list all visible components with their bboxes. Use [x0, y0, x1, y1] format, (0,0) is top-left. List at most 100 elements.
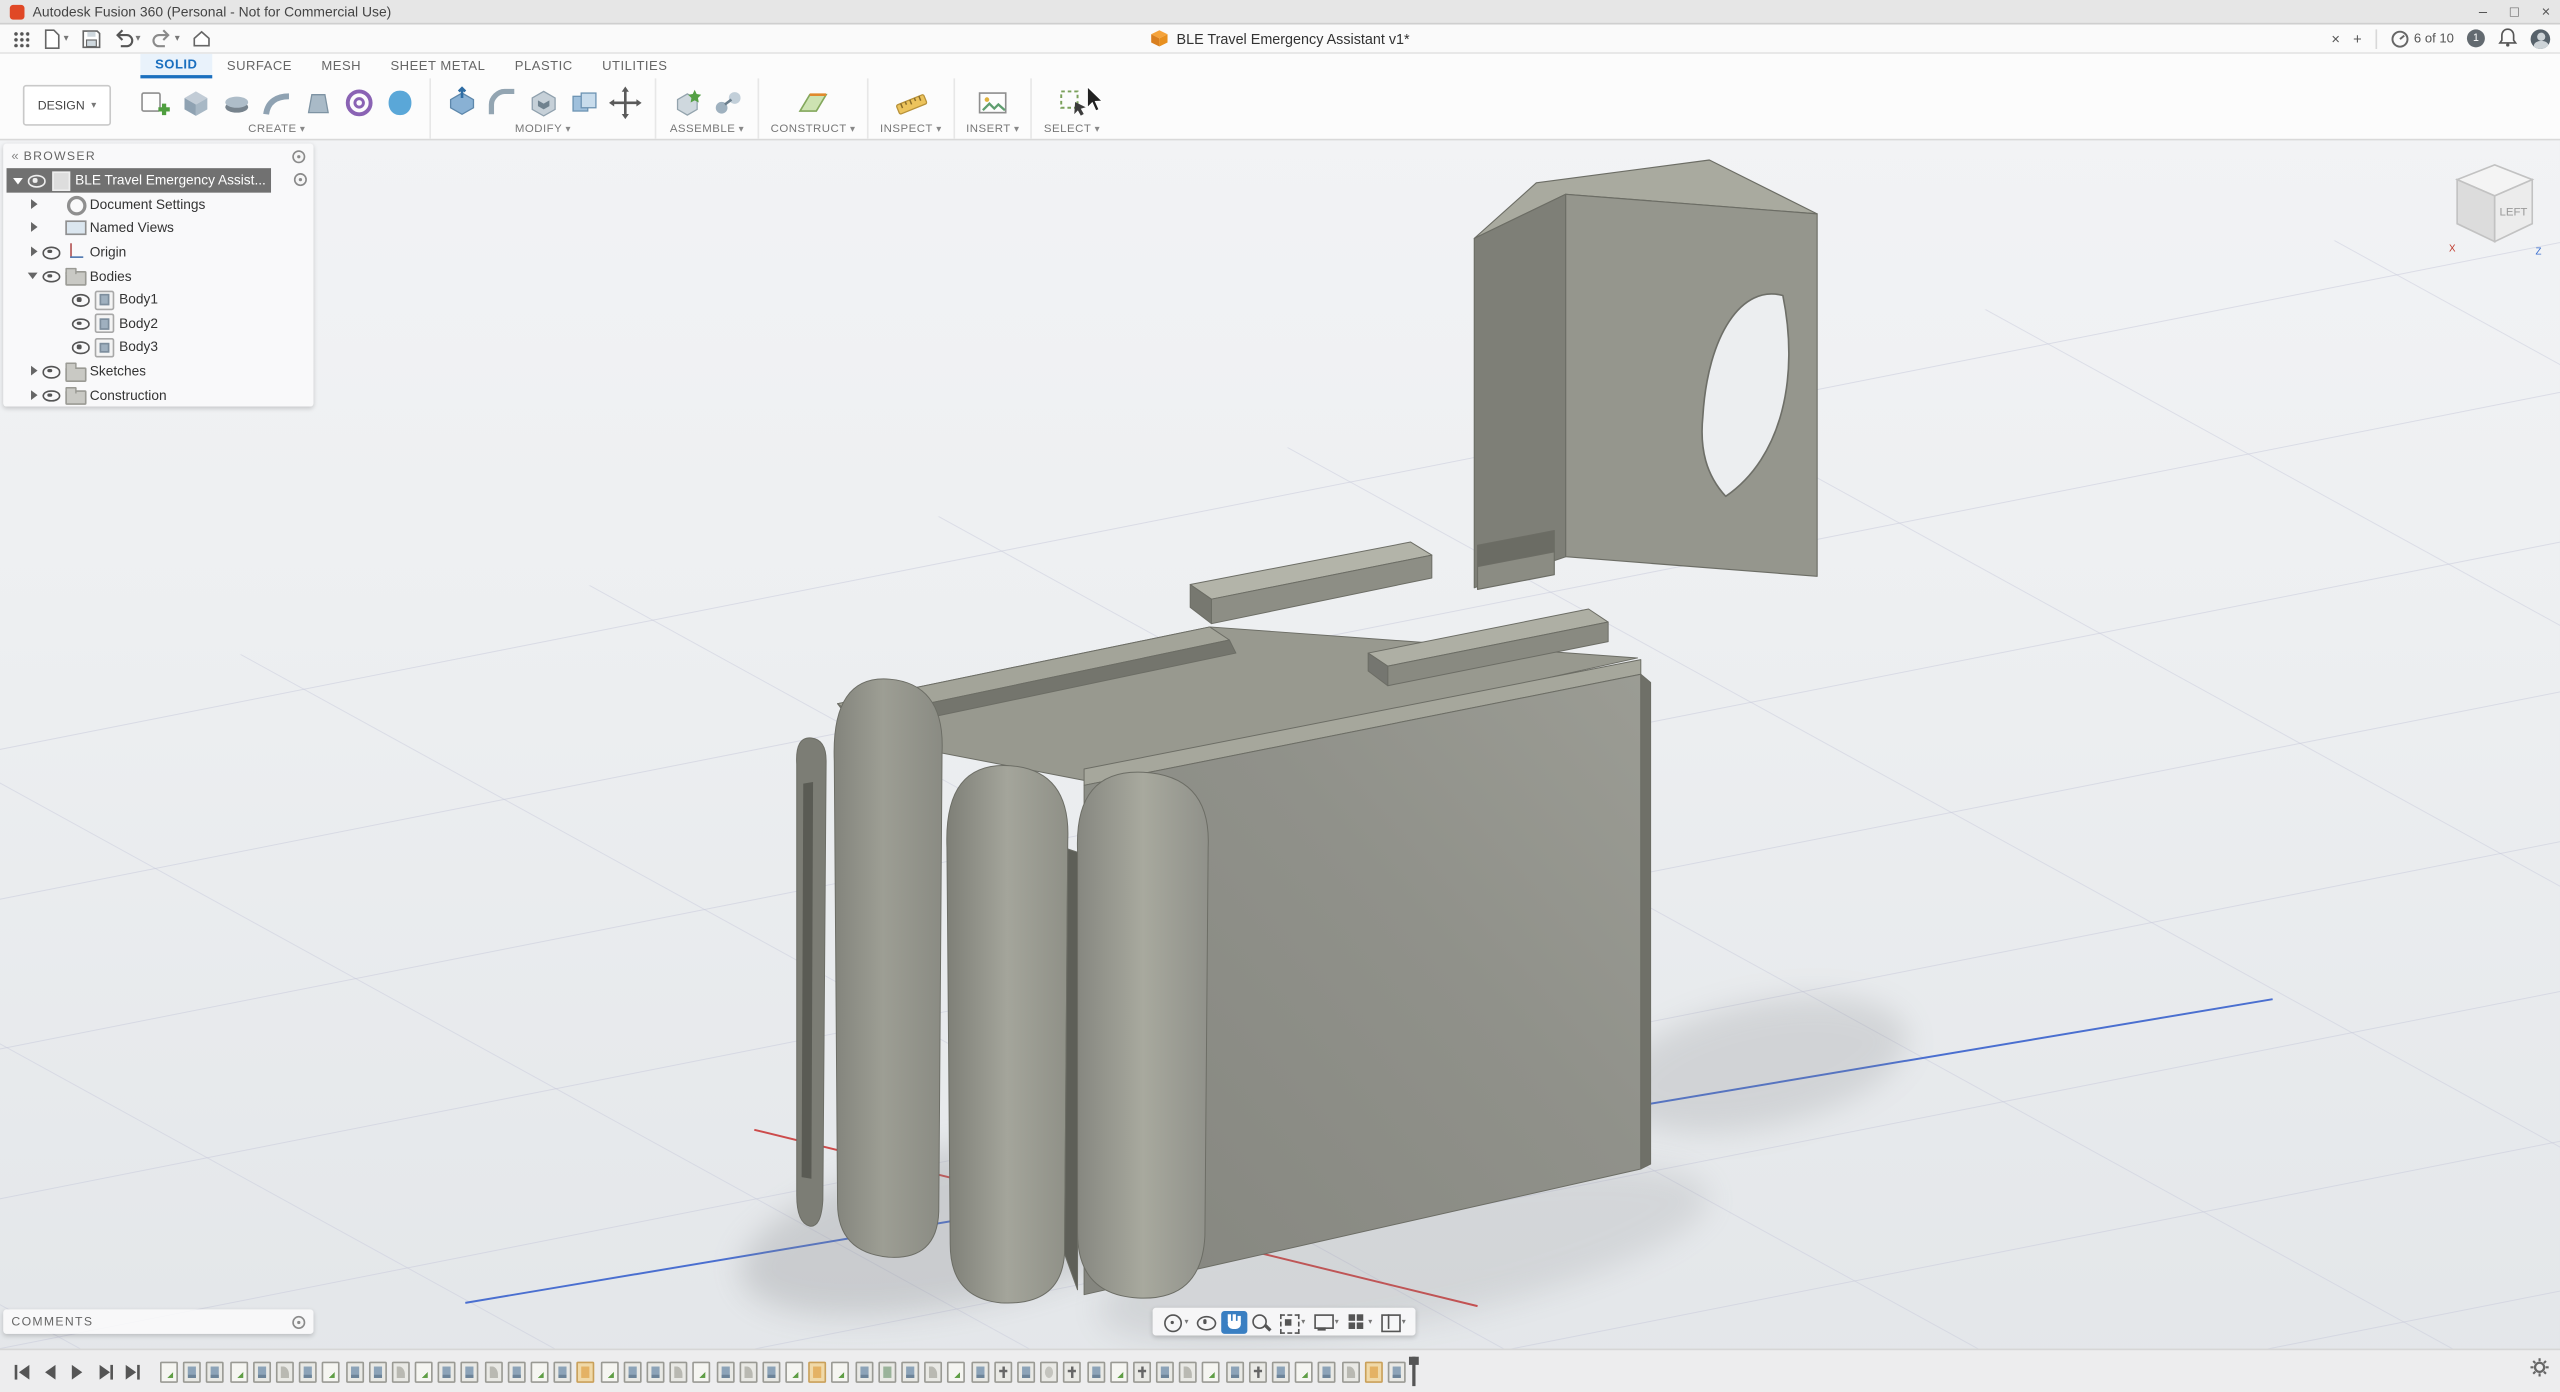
timeline-feature-icon[interactable]	[1225, 1360, 1244, 1383]
browser-tree-item[interactable]: BLE Travel Emergency Assist...	[3, 168, 314, 192]
timeline-feature-icon[interactable]	[1202, 1360, 1221, 1383]
timeline-feature-icon[interactable]	[1040, 1360, 1059, 1383]
timeline-play-button[interactable]	[65, 1359, 89, 1383]
browser-tree-item[interactable]: Origin	[3, 240, 313, 264]
expander-icon[interactable]	[26, 387, 41, 402]
user-avatar-button[interactable]	[2530, 28, 2551, 49]
browser-tree-item[interactable]: Bodies	[3, 263, 313, 287]
visibility-eye-icon[interactable]	[42, 269, 61, 283]
timeline-feature-icon[interactable]	[1179, 1360, 1198, 1383]
construct-plane-button[interactable]	[794, 84, 832, 122]
timeline-feature-icon[interactable]	[739, 1360, 758, 1383]
visibility-eye-icon[interactable]	[42, 364, 61, 379]
timeline-feature-icon[interactable]	[854, 1360, 873, 1383]
timeline-feature-icon[interactable]	[183, 1360, 202, 1383]
document-tab[interactable]: BLE Travel Emergency Assistant v1*	[1134, 24, 1426, 53]
timeline-feature-icon[interactable]	[1341, 1360, 1360, 1383]
timeline-feature-icon[interactable]	[414, 1360, 433, 1383]
timeline-feature-icon[interactable]	[1364, 1360, 1383, 1383]
move-copy-button[interactable]	[606, 84, 644, 122]
design-workspace-menu[interactable]: DESIGN ▾	[22, 84, 112, 126]
timeline-feature-icon[interactable]	[507, 1360, 526, 1383]
visibility-eye-icon[interactable]	[27, 174, 46, 188]
collapse-panel-icon[interactable]: «	[11, 149, 19, 164]
navbar-button[interactable]	[1248, 1310, 1274, 1333]
timeline-feature-icon[interactable]	[1109, 1360, 1128, 1383]
timeline-feature-icon[interactable]	[762, 1360, 781, 1383]
browser-tree-item[interactable]: Named Views	[3, 216, 313, 240]
home-button[interactable]	[188, 26, 216, 50]
shell-button[interactable]	[524, 84, 562, 122]
navbar-button[interactable]	[1343, 1310, 1375, 1333]
timeline-feature-icon[interactable]	[623, 1360, 642, 1383]
sweep-button[interactable]	[258, 84, 296, 122]
visibility-eye-icon[interactable]	[42, 245, 61, 259]
browser-tree-item[interactable]: Construction	[3, 383, 313, 407]
close-document-tab-button[interactable]: ×	[2331, 30, 2340, 46]
timeline-feature-icon[interactable]	[1318, 1360, 1337, 1383]
timeline-feature-icon[interactable]	[484, 1360, 503, 1383]
browser-tree-item[interactable]: Body3	[3, 335, 313, 359]
joint-button[interactable]	[709, 84, 747, 122]
modify-group-label[interactable]: MODIFY	[515, 124, 571, 137]
timeline-feature-icon[interactable]	[298, 1360, 317, 1383]
timeline-feature-icon[interactable]	[1132, 1360, 1151, 1383]
select-group-label[interactable]: SELECT	[1044, 124, 1100, 137]
timeline-settings-button[interactable]	[2529, 1357, 2550, 1386]
expander-icon[interactable]	[26, 197, 41, 212]
redo-button[interactable]: ▾	[149, 26, 183, 50]
timeline-feature-icon[interactable]	[391, 1360, 410, 1383]
viewport-canvas[interactable]	[0, 0, 2560, 1392]
timeline-step-forward-button[interactable]	[93, 1359, 117, 1383]
timeline-feature-icon[interactable]	[206, 1360, 225, 1383]
ribbon-tab[interactable]: UTILITIES	[587, 54, 682, 78]
timeline-feature-icon[interactable]	[576, 1360, 595, 1383]
timeline-position-marker[interactable]	[1408, 1356, 1419, 1387]
ribbon-tab[interactable]: PLASTIC	[500, 54, 587, 78]
timeline-skip-end-button[interactable]	[121, 1359, 145, 1383]
timeline-feature-icon[interactable]	[1086, 1360, 1105, 1383]
timeline-feature-icon[interactable]	[368, 1360, 387, 1383]
inspect-group-label[interactable]: INSPECT	[880, 124, 942, 137]
browser-panel-header[interactable]: « BROWSER	[3, 144, 313, 168]
form-button[interactable]	[380, 84, 418, 122]
browser-tree-item[interactable]: Document Settings	[3, 192, 313, 216]
expander-icon[interactable]	[26, 363, 41, 378]
combine-button[interactable]	[565, 84, 603, 122]
timeline-feature-icon[interactable]	[275, 1360, 294, 1383]
expander-icon[interactable]	[11, 173, 26, 188]
timeline-feature-icon[interactable]	[924, 1360, 943, 1383]
data-panel-toggle-button[interactable]	[10, 29, 33, 49]
navbar-button[interactable]	[1220, 1310, 1247, 1334]
notifications-bell-button[interactable]	[2498, 26, 2518, 50]
timeline-feature-icon[interactable]	[159, 1360, 178, 1383]
timeline-feature-icon[interactable]	[901, 1360, 920, 1383]
timeline-feature-icon[interactable]	[229, 1360, 248, 1383]
ribbon-tab[interactable]: MESH	[307, 54, 376, 78]
visibility-eye-icon[interactable]	[71, 340, 90, 355]
timeline-feature-icon[interactable]	[1063, 1360, 1082, 1383]
file-menu-button[interactable]: ▾	[38, 26, 72, 50]
browser-tree-item[interactable]: Body2	[3, 311, 313, 335]
create-sketch-button[interactable]	[136, 84, 174, 122]
updates-badge[interactable]: 1	[2466, 29, 2485, 48]
timeline-feature-icon[interactable]	[461, 1360, 480, 1383]
press-pull-button[interactable]	[442, 84, 480, 122]
timeline-feature-icon[interactable]	[1387, 1360, 1406, 1383]
insert-button[interactable]	[974, 84, 1012, 122]
timeline-feature-icon[interactable]	[1156, 1360, 1174, 1383]
construct-group-label[interactable]: CONSTRUCT	[771, 124, 856, 137]
navbar-button[interactable]	[1193, 1310, 1219, 1333]
navbar-button[interactable]	[1159, 1310, 1191, 1333]
save-button[interactable]	[77, 26, 105, 50]
timeline-feature-icon[interactable]	[878, 1360, 897, 1383]
ribbon-tab[interactable]: SURFACE	[212, 54, 307, 78]
timeline-feature-icon[interactable]	[808, 1360, 827, 1383]
item-options-icon[interactable]	[293, 173, 307, 187]
visibility-eye-icon[interactable]	[71, 317, 90, 331]
timeline-feature-icon[interactable]	[322, 1360, 341, 1383]
navbar-button[interactable]	[1276, 1310, 1308, 1334]
navbar-button[interactable]	[1309, 1310, 1341, 1333]
timeline-feature-icon[interactable]	[345, 1360, 364, 1383]
job-status-button[interactable]: 6 of 10	[2389, 29, 2454, 49]
